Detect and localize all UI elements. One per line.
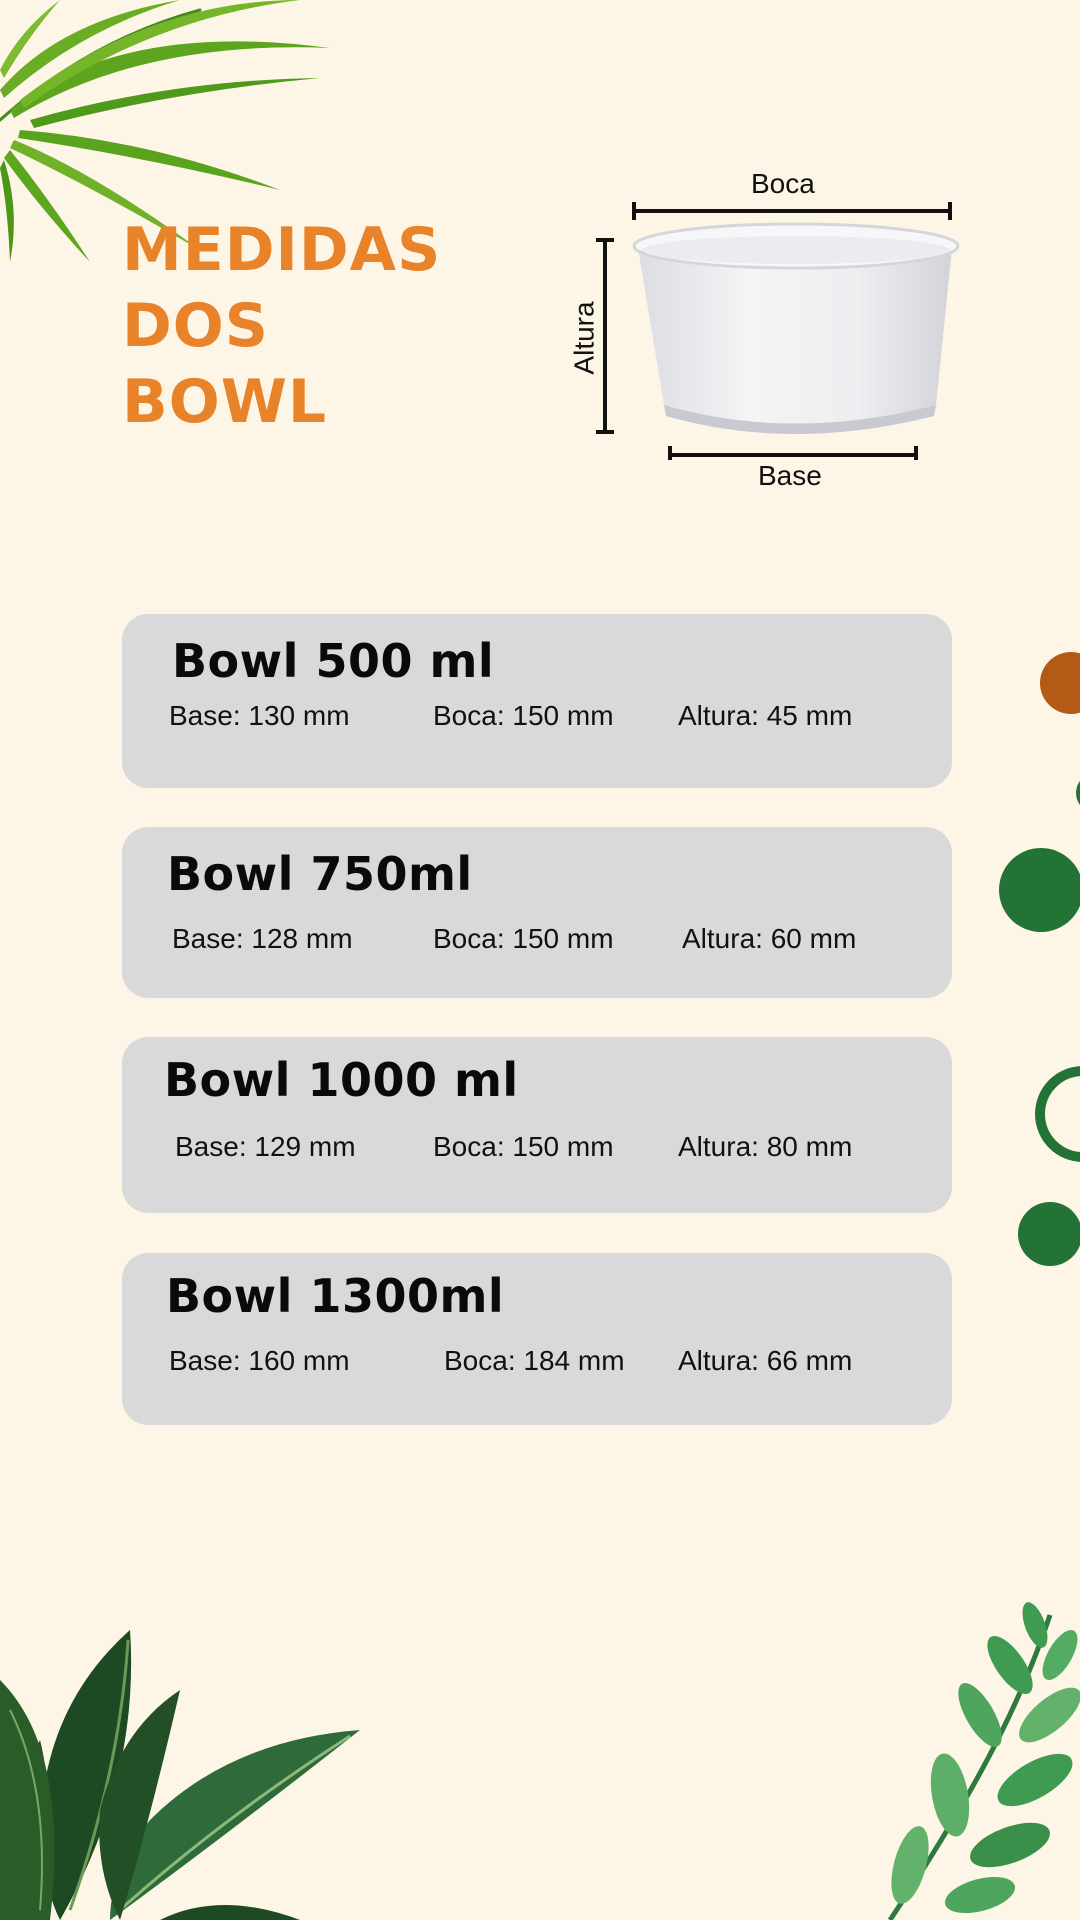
bowl-card-1000: Bowl 1000 ml Base: 129 mm Boca: 150 mm A… (122, 1037, 952, 1213)
altura-label: Altura (568, 301, 600, 375)
brown-dot-decoration (1040, 652, 1080, 714)
bowl-card-title: Bowl 500 ml (172, 634, 495, 688)
bowl-card-500: Bowl 500 ml Base: 130 mm Boca: 150 mm Al… (122, 614, 952, 788)
bowl-base-spec: Base: 129 mm (175, 1131, 356, 1162)
paper-bowl-icon (632, 222, 960, 434)
green-ring-decoration (1035, 1066, 1080, 1162)
bowl-boca-spec: Boca: 150 mm (433, 700, 614, 731)
bowl-card-title: Bowl 1000 ml (164, 1053, 519, 1107)
bowl-base-spec: Base: 130 mm (169, 700, 350, 731)
boca-label: Boca (751, 168, 815, 199)
bowl-altura-spec: Altura: 45 mm (678, 700, 853, 731)
base-dimension-line (668, 446, 918, 460)
bowl-card-750: Bowl 750ml Base: 128 mm Boca: 150 mm Alt… (122, 827, 952, 998)
boca-dimension-line (632, 202, 952, 220)
bowl-dimension-diagram (596, 202, 960, 460)
bowl-base-spec: Base: 160 mm (169, 1345, 350, 1376)
green-dot-decoration-large (999, 848, 1080, 932)
bowl-boca-spec: Boca: 150 mm (433, 923, 614, 954)
page-title: MEDIDAS DOS BOWL (122, 212, 441, 440)
tropical-leaves-icon (0, 1630, 360, 1920)
bowl-boca-spec: Boca: 150 mm (433, 1131, 614, 1162)
title-line-3: BOWL (122, 367, 328, 437)
branch-leaves-icon (887, 1602, 1080, 1920)
green-dot-decoration (1018, 1202, 1080, 1266)
green-ring-decoration-small (1076, 773, 1080, 813)
bowl-altura-spec: Altura: 66 mm (678, 1345, 853, 1376)
bowl-base-spec: Base: 128 mm (172, 923, 353, 954)
bowl-altura-spec: Altura: 60 mm (682, 923, 857, 954)
bowl-card-title: Bowl 750ml (167, 847, 473, 901)
bowl-card-1300: Bowl 1300ml Base: 160 mm Boca: 184 mm Al… (122, 1253, 952, 1425)
bowl-card-title: Bowl 1300ml (166, 1269, 505, 1323)
bowl-boca-spec: Boca: 184 mm (444, 1345, 625, 1376)
title-line-2: DOS (122, 291, 270, 361)
title-line-1: MEDIDAS (122, 215, 442, 285)
bowl-altura-spec: Altura: 80 mm (678, 1131, 853, 1162)
base-label: Base (758, 460, 822, 491)
